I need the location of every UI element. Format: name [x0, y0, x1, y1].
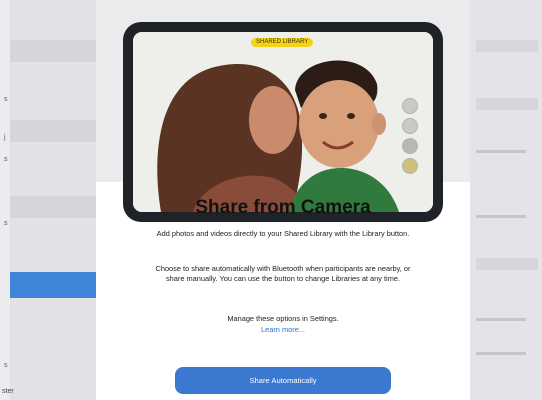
background-row: [476, 98, 538, 110]
share-from-camera-sheet: SHARED LIBRARY Share from Camera Add pho…: [96, 0, 470, 400]
background-row: [10, 120, 96, 142]
background-line: [476, 150, 526, 153]
sheet-title: Share from Camera: [195, 197, 371, 218]
camera-mode-control: [402, 98, 418, 114]
camera-photo-image: [133, 32, 433, 212]
camera-viewfinder: SHARED LIBRARY: [133, 32, 433, 212]
background-line: [476, 352, 526, 355]
ipad-illustration: SHARED LIBRARY: [123, 22, 443, 222]
background-row: [10, 196, 96, 218]
shared-library-badge: SHARED LIBRARY: [251, 38, 314, 47]
background-glyph: s: [4, 362, 8, 369]
background-row: [10, 40, 96, 62]
background-glyph: j: [4, 134, 6, 141]
shutter-button-icon: [402, 138, 418, 154]
background-glyph: s: [4, 156, 8, 163]
background-detail-pane: [470, 0, 542, 400]
description-paragraph: Add photos and videos directly to your S…: [156, 229, 410, 238]
background-glyph: s: [4, 220, 8, 227]
background-selected-row: [10, 272, 96, 298]
background-glyph: s: [4, 96, 8, 103]
camera-mode-control: [402, 118, 418, 134]
learn-more-link[interactable]: Learn more...: [96, 325, 470, 334]
share-automatically-button[interactable]: Share Automatically: [175, 367, 391, 394]
description-paragraph: Choose to share automatically with Bluet…: [155, 264, 411, 283]
background-line: [476, 318, 526, 321]
background-line: [476, 215, 526, 218]
background-row: [476, 40, 538, 52]
settings-note: Manage these options in Settings.: [227, 314, 339, 323]
background-text: ster: [2, 388, 14, 395]
background-row: [476, 258, 538, 270]
shared-library-toggle-icon: [402, 158, 418, 174]
